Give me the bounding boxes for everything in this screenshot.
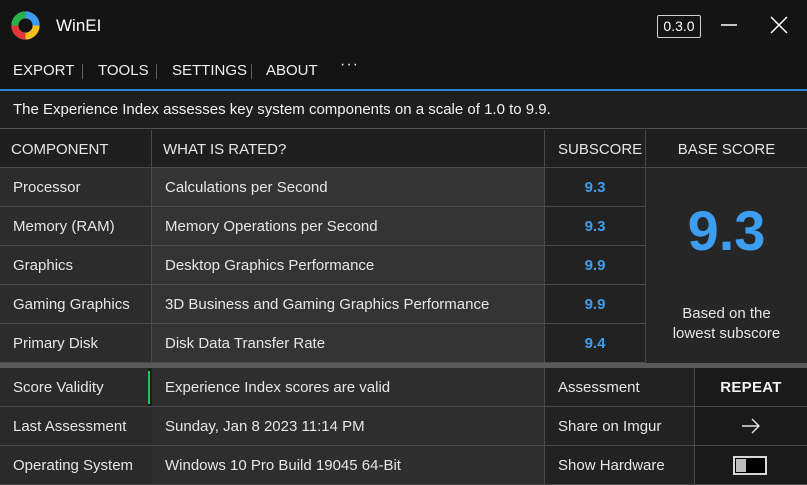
version-badge: 0.3.0 bbox=[657, 15, 701, 38]
row-last-assessment: Last Assessment Sunday, Jan 8 2023 11:14… bbox=[0, 407, 807, 446]
base-score-note: Based on the lowest subscore bbox=[646, 304, 807, 344]
menu-tools[interactable]: TOOLS bbox=[98, 62, 149, 79]
menu-separator bbox=[82, 64, 83, 79]
share-imgur-button[interactable] bbox=[695, 407, 807, 446]
row-score-validity: Score Validity Experience Index scores a… bbox=[0, 368, 807, 407]
subscore-processor: 9.3 bbox=[545, 168, 646, 207]
show-hardware-toggle[interactable] bbox=[733, 456, 767, 475]
component-processor: Processor bbox=[0, 168, 152, 207]
header-subscore: SUBSCORE bbox=[545, 130, 646, 168]
repeat-button[interactable]: REPEAT bbox=[695, 368, 807, 407]
show-hardware-label: Show Hardware bbox=[545, 446, 695, 485]
rated-gaming-graphics: 3D Business and Gaming Graphics Performa… bbox=[152, 285, 545, 324]
rated-processor: Calculations per Second bbox=[152, 168, 545, 207]
arrow-right-icon bbox=[742, 418, 760, 434]
menu-export[interactable]: EXPORT bbox=[13, 62, 74, 79]
component-primary-disk: Primary Disk bbox=[0, 324, 152, 363]
subscore-gaming-graphics: 9.9 bbox=[545, 285, 646, 324]
menu-bar: EXPORT TOOLS SETTINGS ABOUT ··· bbox=[0, 52, 807, 89]
app-title: WinEI bbox=[56, 16, 102, 35]
minimize-icon[interactable] bbox=[718, 14, 740, 36]
last-assessment-label: Last Assessment bbox=[0, 407, 148, 446]
base-note-line-1: Based on the bbox=[682, 305, 771, 322]
show-hardware-cell bbox=[695, 446, 807, 485]
row-operating-system: Operating System Windows 10 Pro Build 19… bbox=[0, 446, 807, 485]
app-logo-icon bbox=[11, 11, 40, 40]
share-imgur-label: Share on Imgur bbox=[545, 407, 695, 446]
score-validity-label: Score Validity bbox=[0, 368, 148, 407]
base-note-line-2: lowest subscore bbox=[672, 325, 781, 342]
description-text: The Experience Index assesses key system… bbox=[13, 101, 551, 118]
base-score-value: 9.3 bbox=[687, 199, 766, 262]
menu-settings[interactable]: SETTINGS bbox=[172, 62, 247, 79]
menu-about[interactable]: ABOUT bbox=[266, 62, 318, 79]
menu-separator bbox=[251, 64, 252, 79]
rated-memory: Memory Operations per Second bbox=[152, 207, 545, 246]
rated-primary-disk: Disk Data Transfer Rate bbox=[152, 324, 545, 363]
assessment-label: Assessment bbox=[545, 368, 695, 407]
component-gaming-graphics: Gaming Graphics bbox=[0, 285, 152, 324]
component-graphics: Graphics bbox=[0, 246, 152, 285]
subscore-memory: 9.3 bbox=[545, 207, 646, 246]
title-bar[interactable]: WinEI 0.3.0 bbox=[0, 0, 807, 52]
description-banner: The Experience Index assesses key system… bbox=[0, 91, 807, 129]
close-icon[interactable] bbox=[768, 14, 790, 36]
last-assessment-value: Sunday, Jan 8 2023 11:14 PM bbox=[152, 407, 545, 446]
component-memory: Memory (RAM) bbox=[0, 207, 152, 246]
header-what-is-rated: WHAT IS RATED? bbox=[152, 130, 545, 168]
rated-graphics: Desktop Graphics Performance bbox=[152, 246, 545, 285]
subscore-graphics: 9.9 bbox=[545, 246, 646, 285]
operating-system-label: Operating System bbox=[0, 446, 148, 485]
more-menu-icon[interactable]: ··· bbox=[340, 56, 359, 74]
app-window: WinEI 0.3.0 EXPORT TOOLS SETTINGS ABOUT … bbox=[0, 0, 807, 485]
score-validity-value: Experience Index scores are valid bbox=[152, 368, 545, 407]
operating-system-value: Windows 10 Pro Build 19045 64-Bit bbox=[152, 446, 545, 485]
header-base-score: BASE SCORE bbox=[646, 130, 807, 168]
base-score-panel: 9.3 Based on the lowest subscore bbox=[646, 168, 807, 364]
header-component: COMPONENT bbox=[0, 130, 152, 168]
menu-separator bbox=[156, 64, 157, 79]
toggle-knob bbox=[736, 459, 746, 472]
subscore-primary-disk: 9.4 bbox=[545, 324, 646, 363]
